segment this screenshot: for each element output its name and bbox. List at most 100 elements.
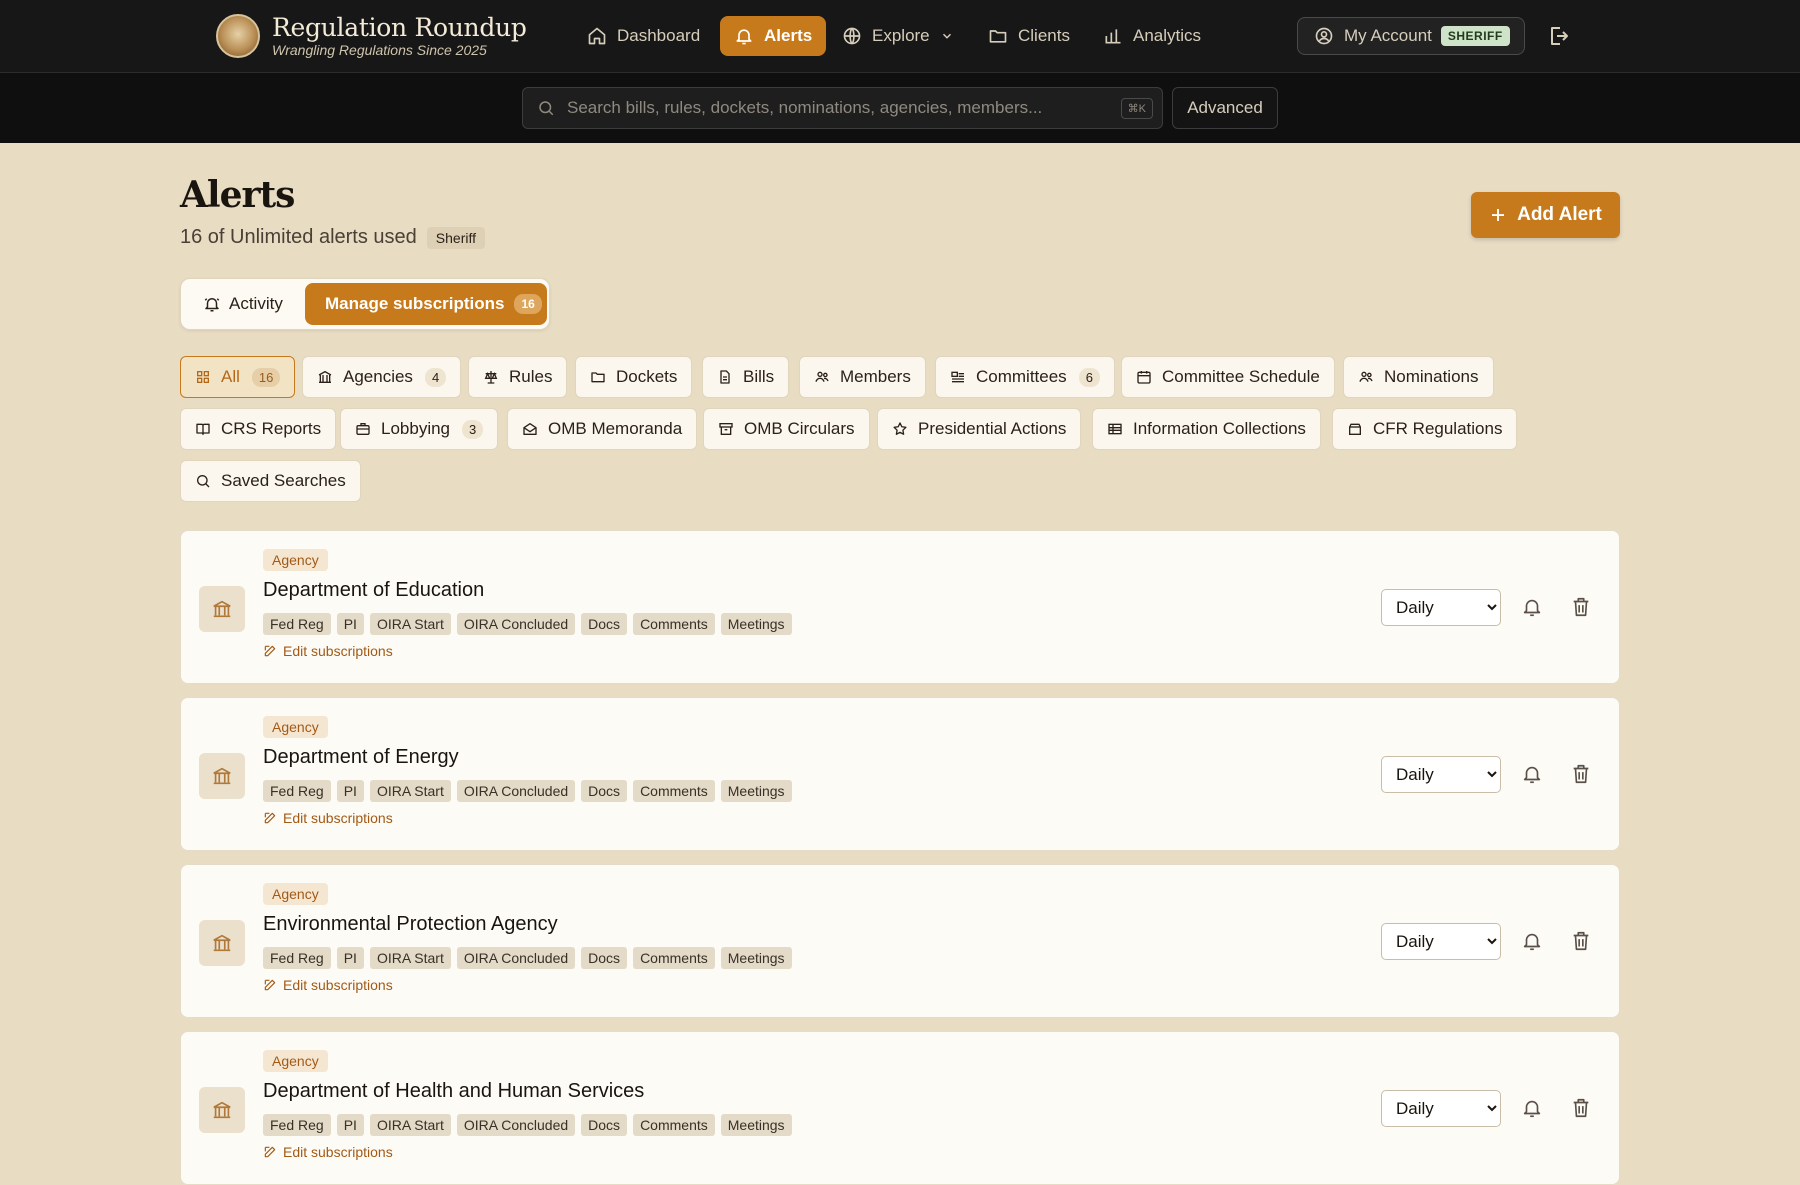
search-shortcut-hint: ⌘K bbox=[1120, 97, 1153, 119]
alert-card: Agency Department of Energy Fed Reg PI OIR… bbox=[180, 697, 1620, 851]
edit-subscriptions-label: Edit subscriptions bbox=[283, 810, 393, 826]
brand-logo bbox=[216, 14, 260, 58]
logout-icon[interactable] bbox=[1546, 24, 1570, 48]
building-icon bbox=[318, 370, 332, 383]
globe-icon bbox=[843, 27, 861, 45]
alert-type-badge: Agency bbox=[263, 716, 328, 738]
calendar-icon bbox=[1137, 371, 1151, 384]
alert-title[interactable]: Department of Health and Human Services bbox=[263, 1080, 644, 1103]
filter-saved-searches[interactable]: Saved Searches bbox=[180, 460, 361, 502]
trash-icon[interactable] bbox=[1570, 1097, 1592, 1119]
briefcase-icon bbox=[356, 423, 370, 435]
user-circle-icon bbox=[1315, 27, 1333, 45]
table-icon bbox=[1108, 423, 1122, 435]
bell-icon[interactable] bbox=[1521, 596, 1543, 618]
edit-subscriptions-link[interactable]: Edit subscriptions bbox=[263, 810, 393, 826]
archive-box-icon bbox=[1349, 423, 1361, 435]
frequency-select[interactable]: DailyWeeklyInstant bbox=[1381, 1090, 1501, 1127]
filter-agencies-count: 4 bbox=[424, 367, 447, 387]
nav-alerts[interactable]: Alerts bbox=[720, 16, 827, 56]
brand-title: Regulation Roundup bbox=[272, 13, 527, 42]
alert-card: Agency Environmental Protection Agency F… bbox=[180, 864, 1620, 1018]
edit-subscriptions-link[interactable]: Edit subscriptions bbox=[263, 977, 393, 993]
committee-icon bbox=[951, 371, 964, 383]
alert-type-badge: Agency bbox=[263, 1050, 328, 1072]
trash-icon[interactable] bbox=[1570, 930, 1592, 952]
book-icon bbox=[196, 423, 210, 435]
filter-cfr-regulations[interactable]: CFR Regulations bbox=[1332, 408, 1518, 450]
subscription-tag: Fed Reg bbox=[263, 1114, 331, 1136]
subscription-tag: Comments bbox=[633, 1114, 715, 1136]
subscription-tag: PI bbox=[336, 1114, 364, 1136]
filter-omb-memoranda[interactable]: OMB Memoranda bbox=[507, 408, 698, 450]
view-toggle: Activity Manage subscriptions 16 bbox=[180, 278, 550, 330]
edit-subscriptions-link[interactable]: Edit subscriptions bbox=[263, 1144, 393, 1160]
nav-explore[interactable]: Explore bbox=[828, 16, 968, 56]
nav-explore-label: Explore bbox=[872, 26, 930, 45]
filter-lobbying[interactable]: Lobbying 3 bbox=[340, 408, 499, 450]
frequency-select[interactable]: DailyWeeklyInstant bbox=[1381, 589, 1501, 626]
search-input[interactable] bbox=[565, 97, 1121, 119]
tab-activity[interactable]: Activity bbox=[203, 291, 283, 317]
filter-presidential-actions[interactable]: Presidential Actions bbox=[877, 408, 1082, 450]
subscription-tag: PI bbox=[336, 947, 364, 969]
tab-activity-label: Activity bbox=[229, 294, 283, 313]
filter-information-collections-label: Information Collections bbox=[1133, 419, 1306, 438]
filter-committees[interactable]: Committees 6 bbox=[935, 356, 1115, 398]
nav-clients[interactable]: Clients bbox=[974, 16, 1084, 56]
top-navbar: Regulation Roundup Wrangling Regulations… bbox=[0, 0, 1800, 73]
nav-clients-label: Clients bbox=[1018, 26, 1070, 45]
filter-crs-reports[interactable]: CRS Reports bbox=[180, 408, 337, 450]
filter-dockets[interactable]: Dockets bbox=[575, 356, 693, 398]
frequency-select[interactable]: DailyWeeklyInstant bbox=[1381, 923, 1501, 960]
alert-title[interactable]: Environmental Protection Agency bbox=[263, 913, 558, 936]
bell-icon[interactable] bbox=[1521, 1097, 1543, 1119]
add-alert-label: Add Alert bbox=[1517, 204, 1602, 225]
nav-analytics[interactable]: Analytics bbox=[1089, 16, 1215, 56]
alert-title[interactable]: Department of Energy bbox=[263, 746, 459, 769]
filter-omb-circulars[interactable]: OMB Circulars bbox=[703, 408, 870, 450]
search-box[interactable]: ⌘K bbox=[522, 87, 1163, 129]
filter-bills[interactable]: Bills bbox=[702, 356, 790, 398]
subscription-tag: Fed Reg bbox=[263, 780, 331, 802]
brand[interactable]: Regulation Roundup Wrangling Regulations… bbox=[216, 14, 527, 58]
search-bar: ⌘K Advanced bbox=[0, 73, 1800, 143]
page-title: Alerts bbox=[180, 174, 295, 216]
add-alert-button[interactable]: Add Alert bbox=[1471, 192, 1620, 238]
star-icon bbox=[893, 422, 907, 435]
agency-building-icon bbox=[199, 586, 245, 632]
alert-card: Agency Department of Education Fed Reg PI… bbox=[180, 530, 1620, 684]
subscription-tag: OIRA Start bbox=[369, 613, 451, 635]
users-icon bbox=[815, 371, 829, 382]
filter-committee-schedule[interactable]: Committee Schedule bbox=[1121, 356, 1335, 398]
advanced-search-button[interactable]: Advanced bbox=[1172, 87, 1278, 129]
search-icon bbox=[539, 101, 554, 116]
filter-nominations[interactable]: Nominations bbox=[1343, 356, 1494, 398]
filter-members[interactable]: Members bbox=[799, 356, 926, 398]
alert-title[interactable]: Department of Education bbox=[263, 579, 484, 602]
bell-icon[interactable] bbox=[1521, 763, 1543, 785]
tab-manage-subscriptions[interactable]: Manage subscriptions 16 bbox=[305, 283, 547, 325]
frequency-select[interactable]: DailyWeeklyInstant bbox=[1381, 756, 1501, 793]
filter-agencies[interactable]: Agencies 4 bbox=[302, 356, 462, 398]
subscription-tags: Fed Reg PI OIRA Start OIRA Concluded Docs Com… bbox=[263, 780, 792, 802]
bar-chart-icon bbox=[1105, 29, 1121, 44]
trash-icon[interactable] bbox=[1570, 763, 1592, 785]
subscription-tag: OIRA Concluded bbox=[456, 780, 576, 802]
agency-building-icon bbox=[199, 920, 245, 966]
filter-committees-count: 6 bbox=[1078, 367, 1100, 387]
filter-nominations-label: Nominations bbox=[1384, 367, 1479, 386]
account-button[interactable]: My Account SHERIFF bbox=[1297, 17, 1525, 55]
edit-subscriptions-link[interactable]: Edit subscriptions bbox=[263, 643, 393, 659]
nav-dashboard[interactable]: Dashboard bbox=[573, 16, 714, 56]
bell-icon[interactable] bbox=[1521, 930, 1543, 952]
filter-rules[interactable]: Rules bbox=[468, 356, 568, 398]
filter-all[interactable]: All 16 bbox=[180, 356, 296, 398]
filter-information-collections[interactable]: Information Collections bbox=[1092, 408, 1321, 450]
trash-icon[interactable] bbox=[1570, 596, 1592, 618]
nav-analytics-label: Analytics bbox=[1133, 26, 1202, 45]
edit-icon bbox=[264, 812, 276, 824]
subscription-tag: OIRA Start bbox=[369, 947, 451, 969]
filter-bills-label: Bills bbox=[743, 367, 775, 386]
subscription-tag: Comments bbox=[633, 947, 715, 969]
